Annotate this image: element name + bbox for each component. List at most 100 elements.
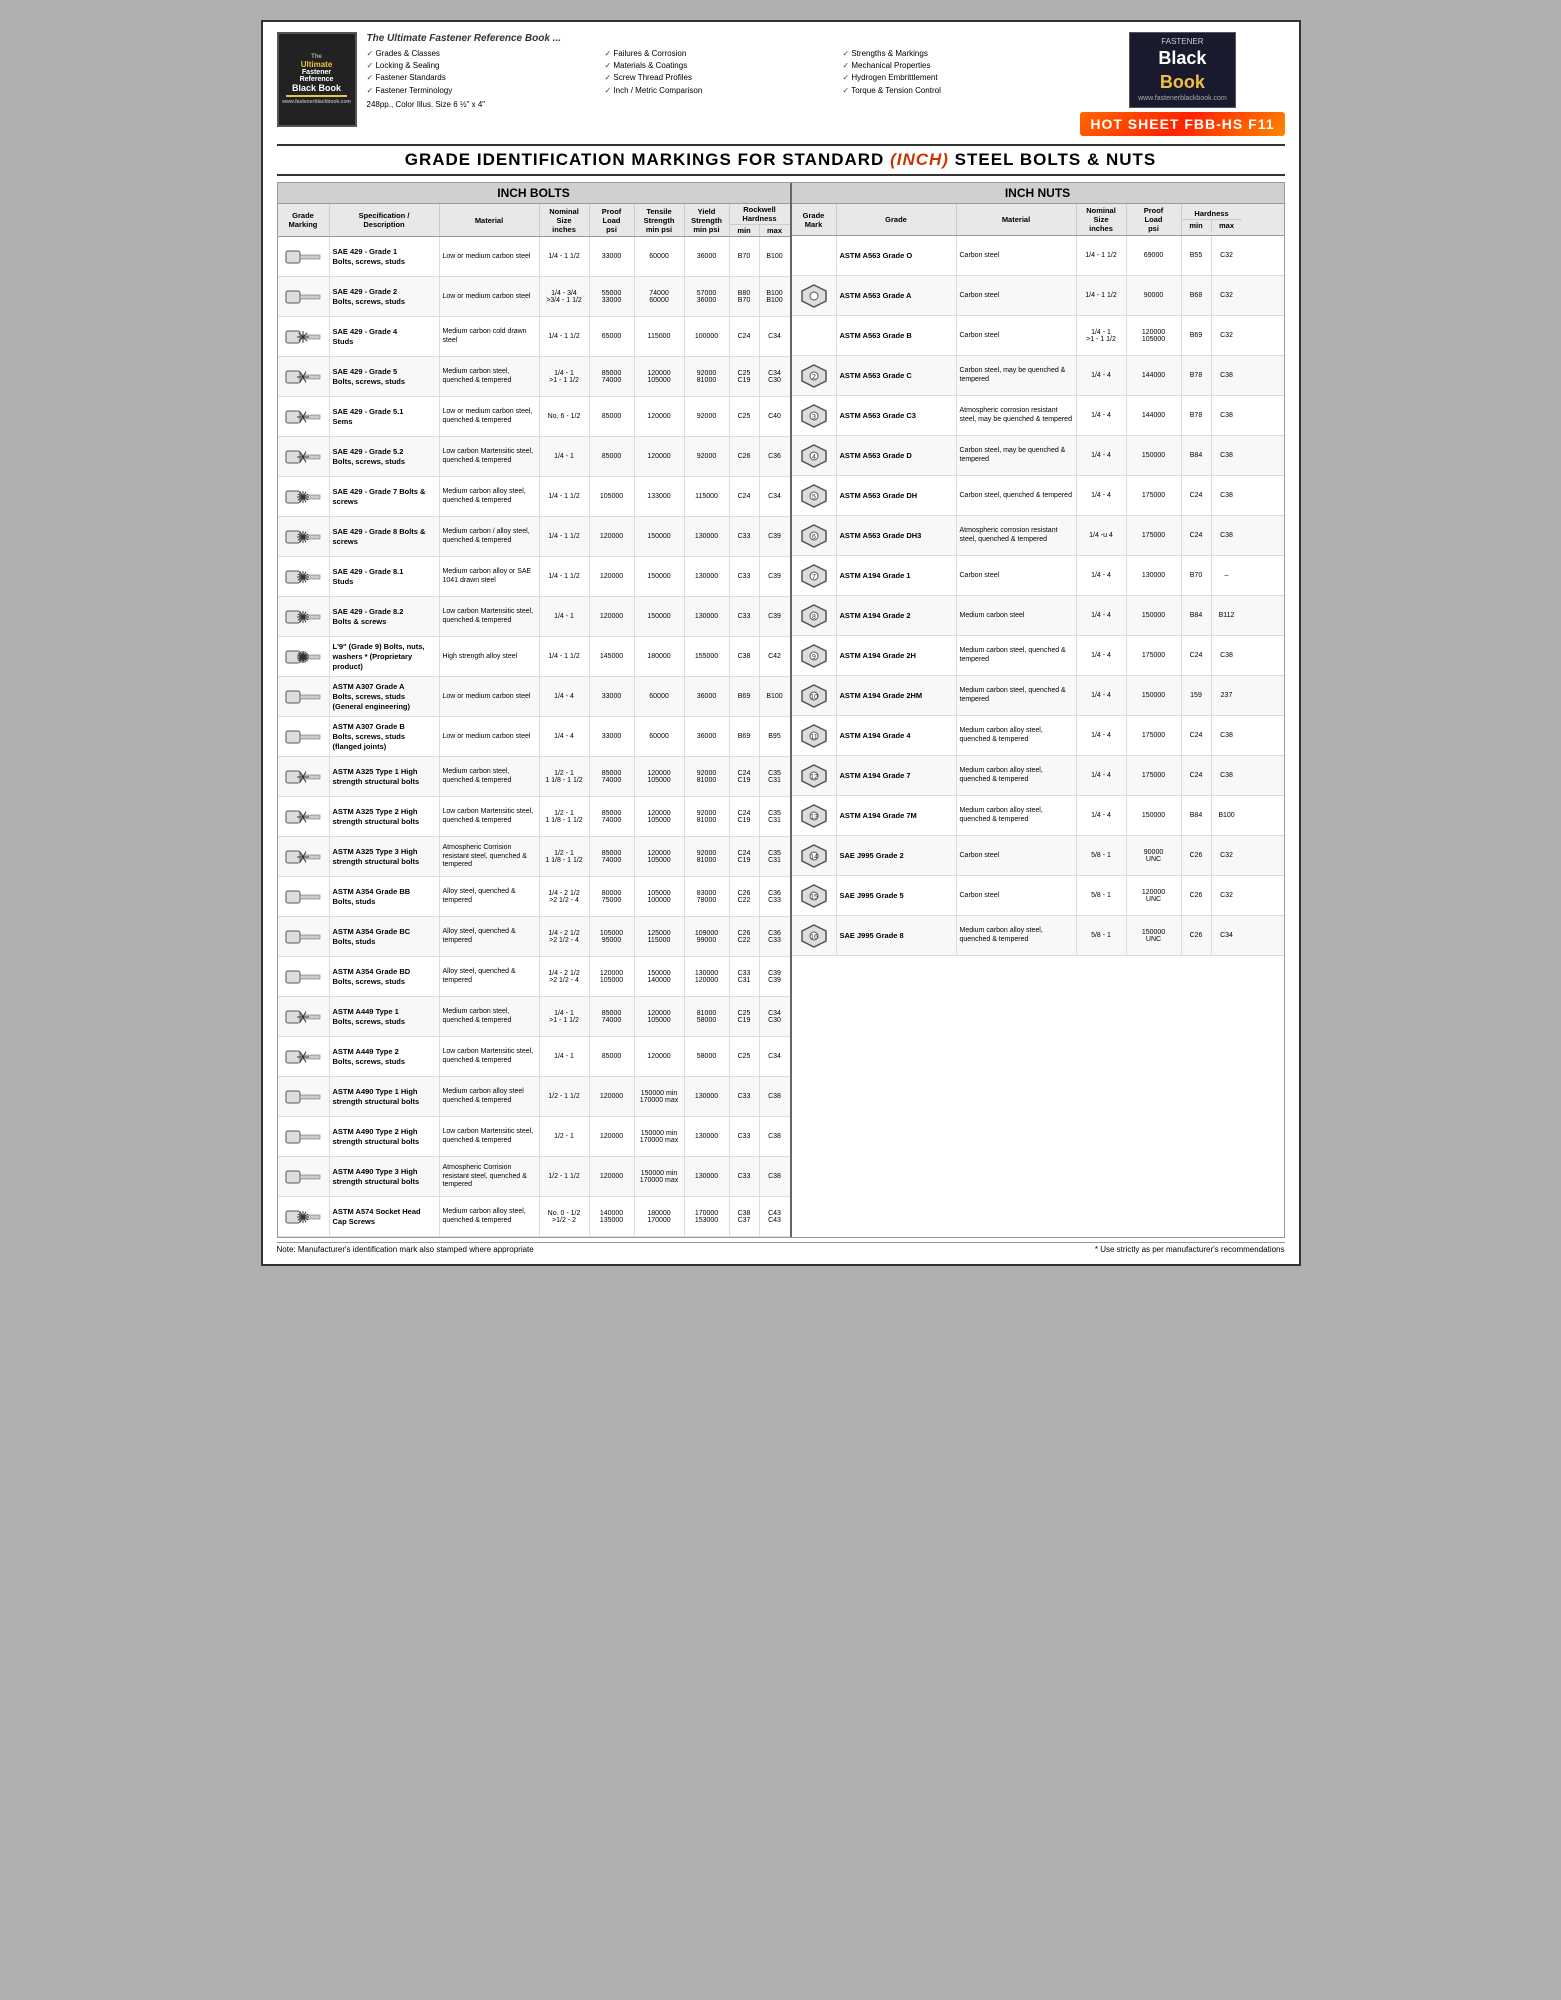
bolt-tensile: 120000 <box>635 437 685 476</box>
nut-nom-size: 1/4 - 4 <box>1077 676 1127 715</box>
bolt-rock-max: C42 <box>760 637 790 676</box>
ch-proof: ProofLoadpsi <box>590 204 635 236</box>
bolt-icon-cell <box>278 997 330 1036</box>
nut-icon-cell: 11 <box>792 716 837 755</box>
bolt-material: Alloy steel, quenched & tempered <box>440 877 540 916</box>
nch-grade: Grade <box>837 204 957 235</box>
footer-asterisk: * Use strictly as per manufacturer's rec… <box>1095 1245 1285 1254</box>
bolt-rock-max: C38 <box>760 1077 790 1116</box>
bolt-yield: 9200081000 <box>685 357 730 396</box>
bolt-row: SAE 429 - Grade 8 Bolts & screws Medium … <box>278 517 790 557</box>
bolt-proof: 120000 <box>590 1117 635 1156</box>
svg-text:8: 8 <box>812 614 816 621</box>
footer-note: Note: Manufacturer's identification mark… <box>277 1245 534 1254</box>
ch-spec: Specification /Description <box>330 204 440 236</box>
bolt-yield: 8100058000 <box>685 997 730 1036</box>
bolt-proof: 85000 <box>590 397 635 436</box>
bolt-rock-min: C38 <box>730 637 760 676</box>
bolt-icon-cell <box>278 757 330 796</box>
nch-material: Material <box>957 204 1077 235</box>
nut-row: 9 ASTM A194 Grade 2H Medium carbon steel… <box>792 636 1284 676</box>
nut-hard-min: C24 <box>1182 516 1212 555</box>
fastener-label: FASTENER <box>1138 37 1227 47</box>
bolt-yield: 130000 <box>685 557 730 596</box>
bolt-row: SAE 429 - Grade 1Bolts, screws, studs Lo… <box>278 237 790 277</box>
svg-text:14: 14 <box>810 854 818 861</box>
bolt-rock-min: C25C19 <box>730 357 760 396</box>
website: www.fastenerblackbook.com <box>1138 94 1227 103</box>
nut-hard-min: B55 <box>1182 236 1212 275</box>
check-grades: Grades & Classes <box>367 48 595 59</box>
bolt-rock-max: C39C39 <box>760 957 790 996</box>
bolt-yield: 5700036000 <box>685 277 730 316</box>
nut-nom-size: 1/4 - 1 1/2 <box>1077 236 1127 275</box>
nut-hard-max: C38 <box>1212 476 1242 515</box>
bolt-icon-cell <box>278 477 330 516</box>
bolt-rock-max: C34 <box>760 1037 790 1076</box>
nut-nom-size: 1/4 - 4 <box>1077 436 1127 475</box>
ch-material: Material <box>440 204 540 236</box>
bolt-rock-max: C39 <box>760 557 790 596</box>
bolt-material: Medium carbon steel, quenched & tempered <box>440 997 540 1036</box>
bolt-icon-cell <box>278 877 330 916</box>
svg-text:7: 7 <box>812 574 816 581</box>
nut-proof: 144000 <box>1127 356 1182 395</box>
svg-text:16: 16 <box>810 934 818 941</box>
nut-hard-max: C38 <box>1212 636 1242 675</box>
nut-material: Carbon steel, may be quenched & tempered <box>957 436 1077 475</box>
nut-icon-cell: 9 <box>792 636 837 675</box>
nch-hardness: Hardness min max <box>1182 204 1242 235</box>
header-right: FASTENER Black Book www.fastenerblackboo… <box>1080 32 1284 136</box>
nut-proof: 120000105000 <box>1127 316 1182 355</box>
nut-hard-max: 237 <box>1212 676 1242 715</box>
bolt-tensile: 150000 <box>635 597 685 636</box>
nut-row: 5 ASTM A563 Grade DH Carbon steel, quenc… <box>792 476 1284 516</box>
check-screw: Screw Thread Profiles <box>604 72 832 83</box>
bolt-nom-size: 1/2 - 1 1/2 <box>540 1157 590 1196</box>
page: The Ultimate Fastener Reference Black Bo… <box>261 20 1301 1266</box>
nut-nom-size: 1/4 - 4 <box>1077 756 1127 795</box>
bolt-proof: 85000 <box>590 437 635 476</box>
bolt-spec: SAE 429 - Grade 8.2Bolts & screws <box>330 597 440 636</box>
bolt-tensile: 133000 <box>635 477 685 516</box>
ch-grade-marking: GradeMarking <box>278 204 330 236</box>
bolt-nom-size: 1/4 - 2 1/2>2 1/2 - 4 <box>540 957 590 996</box>
nut-nom-size: 1/4 - 4 <box>1077 476 1127 515</box>
svg-text:13: 13 <box>810 814 818 821</box>
nut-nom-size: 1/4 - 4 <box>1077 396 1127 435</box>
nut-icon-cell: 14 <box>792 836 837 875</box>
bolt-nom-size: 1/4 - 1>1 - 1 1/2 <box>540 357 590 396</box>
bolt-nom-size: No. 6 - 1/2 <box>540 397 590 436</box>
bolt-yield: 58000 <box>685 1037 730 1076</box>
bolt-tensile: 60000 <box>635 237 685 276</box>
bolt-row: SAE 429 - Grade 8.2Bolts & screws Low ca… <box>278 597 790 637</box>
bolt-proof: 10500095000 <box>590 917 635 956</box>
nch-proof: ProofLoadpsi <box>1127 204 1182 235</box>
nut-proof: 120000UNC <box>1127 876 1182 915</box>
bolt-material: Medium carbon alloy steel, quenched & te… <box>440 1197 540 1236</box>
ch-tensile: TensileStrengthmin psi <box>635 204 685 236</box>
nut-hard-max: C32 <box>1212 276 1242 315</box>
nut-hard-min: B84 <box>1182 796 1212 835</box>
bolt-tensile: 150000 <box>635 517 685 556</box>
bolt-proof: 65000 <box>590 317 635 356</box>
bolt-yield: 9200081000 <box>685 837 730 876</box>
bolt-proof: 5500033000 <box>590 277 635 316</box>
bolt-tensile: 120000 <box>635 397 685 436</box>
bolt-row: ASTM A574 Socket Head Cap Screws Medium … <box>278 1197 790 1237</box>
nut-hard-min: B84 <box>1182 596 1212 635</box>
bolt-row: SAE 429 - Grade 7 Bolts & screws Medium … <box>278 477 790 517</box>
bolt-proof: 8500074000 <box>590 797 635 836</box>
bolt-tensile: 180000 <box>635 637 685 676</box>
ch-yield: YieldStrengthmin psi <box>685 204 730 236</box>
nut-grade: ASTM A563 Grade A <box>837 276 957 315</box>
bolt-rock-max: C38 <box>760 1157 790 1196</box>
bolt-row: ASTM A490 Type 2 High strength structura… <box>278 1117 790 1157</box>
nut-grade: ASTM A194 Grade 7M <box>837 796 957 835</box>
bolt-rock-max: C43C43 <box>760 1197 790 1236</box>
bolt-rock-min: C24C19 <box>730 757 760 796</box>
bolt-rock-min: C38C37 <box>730 1197 760 1236</box>
bolt-tensile: 105000100000 <box>635 877 685 916</box>
footer: Note: Manufacturer's identification mark… <box>277 1242 1285 1254</box>
nut-hard-max: C38 <box>1212 756 1242 795</box>
